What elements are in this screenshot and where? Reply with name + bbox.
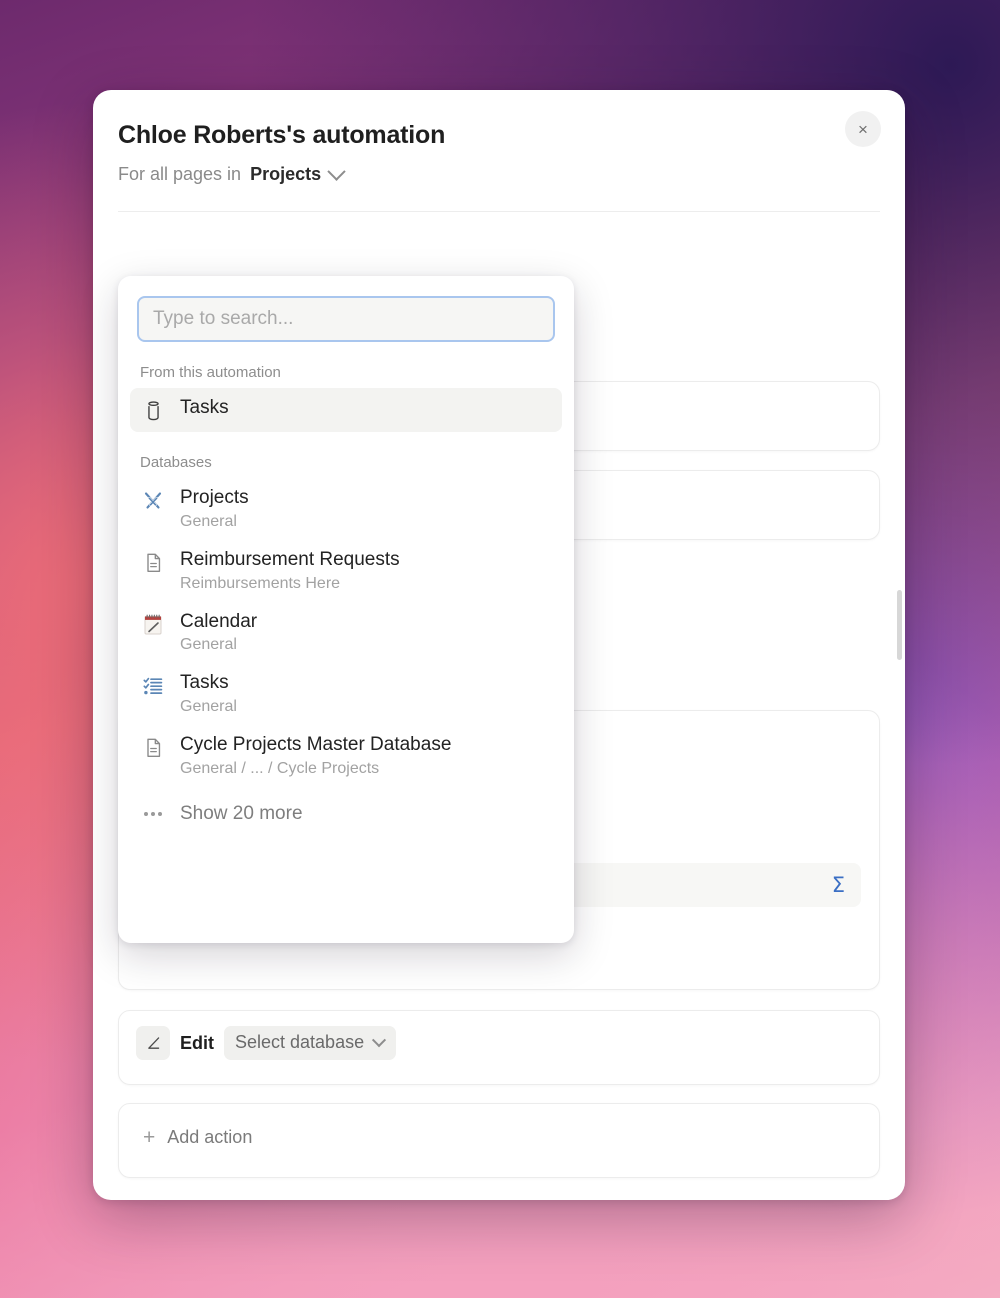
document-icon — [140, 735, 166, 761]
list-item-cycle-projects-master-database[interactable]: Cycle Projects Master Database General /… — [130, 725, 562, 787]
list-item-subtitle: General — [180, 512, 237, 530]
list-item-title: Cycle Projects Master Database — [180, 734, 452, 755]
close-icon: × — [858, 119, 868, 139]
list-item-subtitle: General — [180, 698, 237, 715]
database-cylinder-icon — [140, 398, 166, 424]
list-item-title: Tasks — [180, 672, 229, 694]
list-item-subtitle: Reimbursements Here — [180, 574, 341, 592]
section-label-from-this-automation: From this automation — [140, 364, 281, 381]
list-item-subtitle: General — [180, 636, 237, 654]
list-item-title: Tasks — [180, 397, 229, 418]
list-item-projects[interactable]: Projects General — [130, 478, 562, 540]
add-action-card[interactable]: + Add action — [118, 1103, 880, 1178]
spiral-notepad-icon — [140, 612, 166, 638]
checklist-icon — [140, 673, 166, 699]
plus-icon: + — [143, 1126, 156, 1149]
list-item-subtitle: General / ... / Cycle Projects — [180, 759, 380, 777]
scope-subtitle: For all pages in Projects — [118, 162, 346, 185]
database-search-popover: From this automation Tasks Databases — [118, 276, 574, 943]
sigma-icon[interactable]: Σ — [832, 873, 845, 897]
list-item-reimbursement-requests[interactable]: Reimbursement Requests Reimbursements He… — [130, 540, 562, 602]
page-title: Chloe Roberts's automation — [118, 121, 446, 149]
scope-prefix-label: For all pages in — [118, 164, 242, 184]
modal-scrollbar[interactable] — [897, 590, 902, 660]
ellipsis-icon — [140, 811, 166, 816]
chevron-down-icon — [372, 1032, 387, 1047]
crossed-tools-icon — [140, 488, 166, 514]
scope-database-value[interactable]: Projects — [250, 164, 321, 185]
edit-label: Edit — [180, 1032, 214, 1053]
document-icon — [140, 550, 166, 576]
list-item-tasks-from-automation[interactable]: Tasks — [130, 388, 562, 432]
list-item-title: Calendar — [180, 610, 258, 632]
list-item-title: Projects — [180, 487, 249, 508]
pencil-edit-icon[interactable] — [136, 1026, 170, 1060]
list-item-tasks[interactable]: Tasks General — [130, 663, 562, 725]
header-divider — [118, 211, 880, 212]
show-more-label: Show 20 more — [180, 802, 303, 824]
list-item-text: Calendar General — [180, 610, 257, 656]
search-wrapper — [118, 276, 574, 342]
show-more-button[interactable]: Show 20 more — [130, 795, 562, 833]
list-item-text: Projects General — [180, 486, 249, 532]
list-item-text: Reimbursement Requests Reimbursements He… — [180, 548, 400, 594]
list-item-text: Cycle Projects Master Database General /… — [180, 733, 451, 779]
edit-row: Edit Select database — [136, 1026, 397, 1060]
select-database-value: Select database — [235, 1032, 365, 1052]
list-item-title: Reimbursement Requests — [180, 548, 400, 570]
add-action-row[interactable]: + Add action — [143, 1127, 252, 1148]
section-label-databases: Databases — [140, 454, 212, 471]
list-item-calendar[interactable]: Calendar General — [130, 602, 562, 664]
edit-action-card[interactable]: Edit Select database — [118, 1010, 880, 1085]
select-database-dropdown[interactable]: Select database — [224, 1026, 397, 1060]
list-item-text: Tasks — [180, 396, 229, 420]
close-button[interactable]: × — [845, 111, 881, 147]
add-action-label: Add action — [167, 1127, 253, 1147]
list-item-text: Tasks General — [180, 671, 237, 717]
search-input[interactable] — [137, 296, 555, 342]
chevron-down-icon[interactable] — [327, 162, 346, 181]
